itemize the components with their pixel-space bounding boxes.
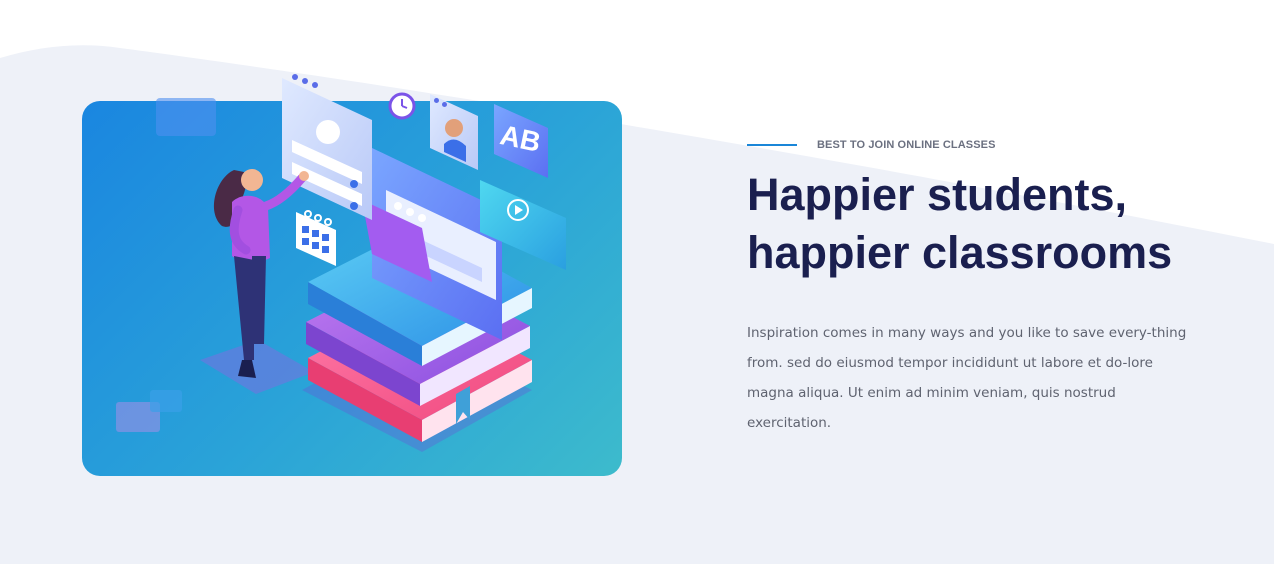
online-classes-illustration: AB [116,74,566,452]
clock-icon [388,92,416,120]
section-title-line-1: Happier students, [747,169,1128,220]
calendar-icon [296,210,336,266]
floating-square [150,390,182,412]
eyebrow: BEST TO JOIN ONLINE CLASSES [747,128,1207,162]
login-form-panel [282,74,372,220]
floating-square [156,98,216,136]
section-title: Happier students, happier classrooms [747,166,1207,282]
video-call-window [430,94,478,170]
ab-badge: AB [494,104,548,178]
floor-tile [200,340,314,394]
section-content: BEST TO JOIN ONLINE CLASSES Happier stud… [747,128,1207,452]
section-title-line-2: happier classrooms [747,227,1173,278]
eyebrow-line [747,144,797,146]
features-section: AB BEST TO JOIN ONLINE CLASSES Happier s… [0,0,1274,564]
eyebrow-text: BEST TO JOIN ONLINE CLASSES [817,139,996,151]
section-description: Inspiration comes in many ways and you l… [747,325,1187,431]
